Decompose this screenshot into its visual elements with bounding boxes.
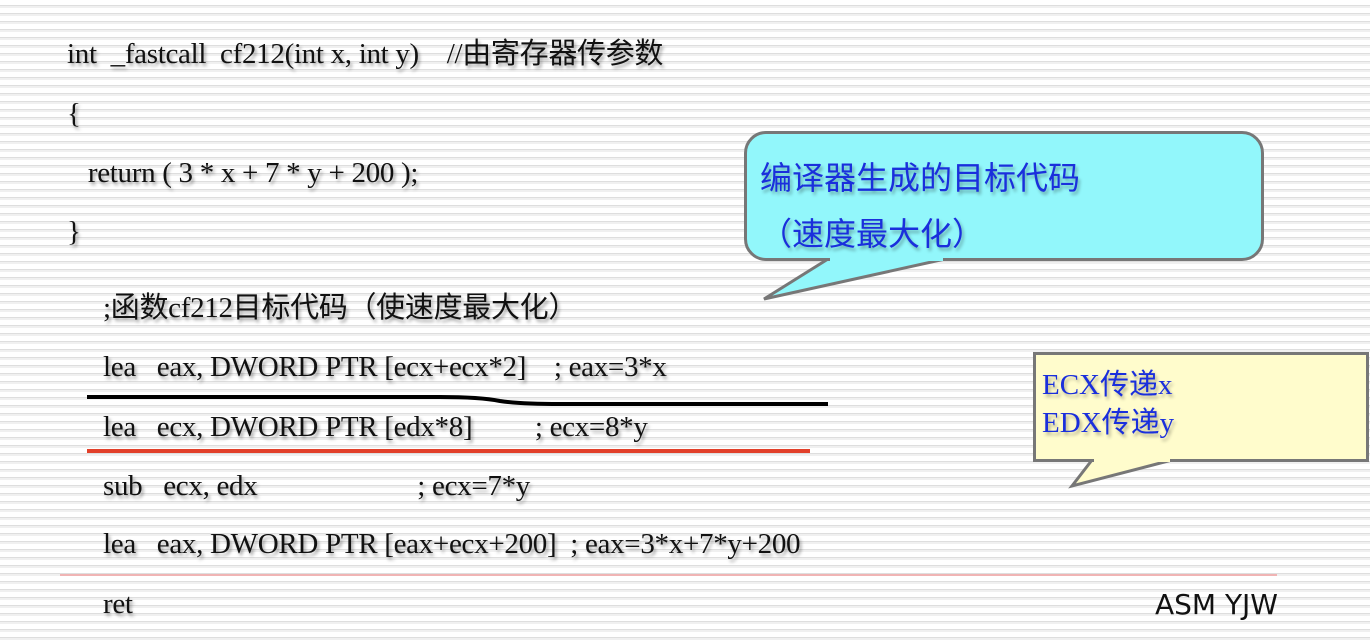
callout-register-line-1: ECX传递x [1042,369,1173,401]
callout-yellow-tail-cover [1094,458,1170,462]
callout-register-text: ECX传递x EDX传递y [1042,366,1174,442]
callout-register-line-2: EDX传递y [1042,407,1175,439]
footer-mark: ASM YJW [1154,588,1278,621]
